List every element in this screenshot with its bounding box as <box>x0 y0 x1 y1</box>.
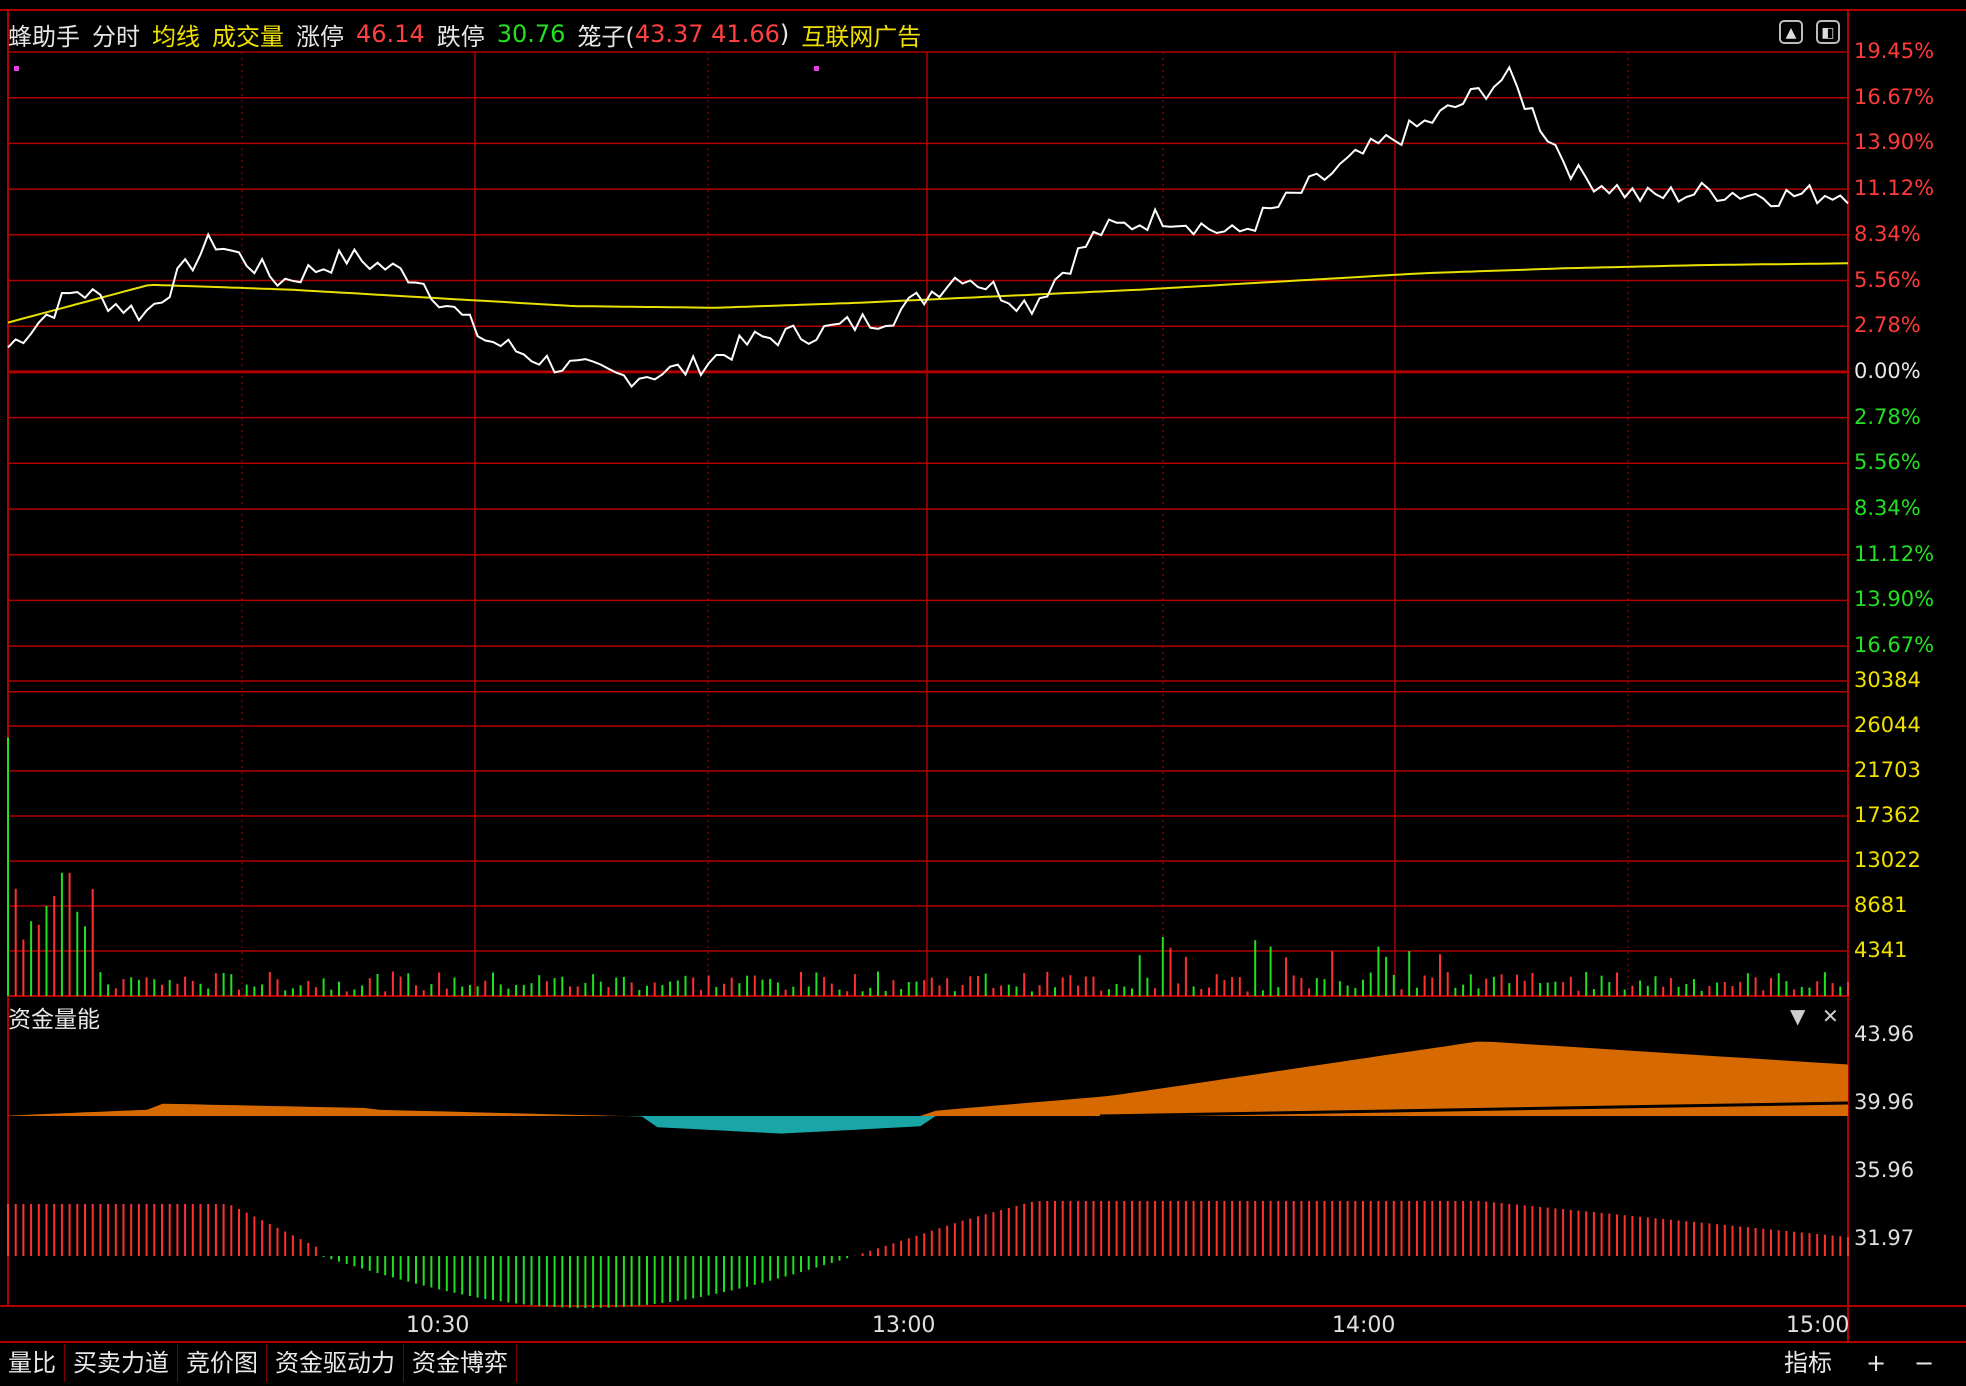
indicator-axis-label: 31.97 <box>1854 1226 1915 1250</box>
money-area-negative <box>8 1116 1848 1134</box>
price-axis-label: 5.56% <box>1854 450 1921 475</box>
price-axis-label: 2.78% <box>1854 404 1921 429</box>
volume-axis-label: 21703 <box>1854 758 1921 782</box>
chart-header: 蜂助手 分时 均线 成交量 涨停 46.14 跌停 30.76 笼子( 43.3… <box>8 14 933 54</box>
limit-up-value: 46.14 <box>356 20 425 48</box>
tab-volume-ratio[interactable]: 量比 <box>0 1344 65 1382</box>
price-axis-label: 16.67% <box>1854 633 1935 658</box>
price-axis-label: 5.56% <box>1854 267 1921 292</box>
tab-fund-drive[interactable]: 资金驱动力 <box>267 1344 404 1382</box>
time-label-1030: 10:30 <box>406 1313 470 1338</box>
price-axis-label: 8.34% <box>1854 496 1921 520</box>
money-volume-area <box>8 1041 1849 1134</box>
tab-buy-sell-force[interactable]: 买卖力道 <box>65 1344 178 1382</box>
indicator-axis-label: 39.96 <box>1854 1090 1915 1114</box>
scroll-up-icon[interactable]: ▲ <box>1779 20 1803 44</box>
panel-toggle-icon[interactable]: ◧ <box>1816 20 1840 44</box>
intraday-chart[interactable] <box>0 0 1966 1386</box>
marker-dot <box>14 66 19 71</box>
close-icon[interactable]: ✕ <box>1822 1004 1839 1028</box>
zoom-out-button[interactable]: − <box>1914 1344 1934 1382</box>
limit-down-value: 30.76 <box>496 20 566 48</box>
price-axis-label: 2.78% <box>1854 313 1921 338</box>
zoom-in-button[interactable]: + <box>1866 1344 1886 1382</box>
volume-axis-label: 4341 <box>1854 938 1908 962</box>
tab-fund-game[interactable]: 资金博弈 <box>404 1344 517 1382</box>
price-axis-label: 19.45% <box>1854 39 1935 63</box>
volume-axis-label: 26044 <box>1854 713 1921 737</box>
dropdown-icon[interactable]: ▼ <box>1790 1004 1805 1028</box>
price-line <box>7 65 1849 389</box>
price-axis-label: 11.12% <box>1854 541 1935 566</box>
indicator-button[interactable]: 指标 <box>1784 1344 1832 1382</box>
average-price-line <box>7 262 1849 324</box>
time-label-1500: 15:00 <box>1786 1313 1850 1338</box>
price-axis-label: 16.67% <box>1854 84 1935 109</box>
volume-axis-label: 30384 <box>1854 668 1921 692</box>
money-volume-bars <box>7 1201 1849 1308</box>
marker-dot <box>814 66 819 71</box>
bottom-tab-bar: 量比 买卖力道 竞价图 资金驱动力 资金博弈 <box>0 1344 1966 1384</box>
time-label-1400: 14:00 <box>1332 1313 1396 1338</box>
price-axis-label: 8.34% <box>1854 221 1921 246</box>
time-label-1300: 13:00 <box>872 1313 936 1338</box>
limit-up-label: 涨停 <box>296 22 344 51</box>
price-axis-zero: 0.00% <box>1854 358 1921 383</box>
avg-line-label[interactable]: 均线 <box>152 17 200 52</box>
cage-close: ) <box>779 20 790 48</box>
limit-down-label: 跌停 <box>436 22 485 51</box>
volume-axis-label: 8681 <box>1854 893 1908 917</box>
money-area-positive <box>8 1041 1848 1116</box>
marker-dots <box>14 66 819 71</box>
indicator-axis-label: 43.96 <box>1854 1022 1915 1046</box>
sector-tag[interactable]: 互联网广告 <box>801 17 921 52</box>
volume-bars <box>7 737 1849 996</box>
price-axis-label: 13.90% <box>1854 130 1935 155</box>
indicator-axis-label: 35.96 <box>1854 1158 1915 1182</box>
volume-axis-label: 17362 <box>1854 803 1921 827</box>
volume-axis-label: 13022 <box>1854 848 1921 872</box>
tab-auction-chart[interactable]: 竞价图 <box>178 1344 267 1382</box>
chart-grid <box>0 9 1966 1343</box>
volume-label[interactable]: 成交量 <box>212 17 284 52</box>
cage-values: 43.37 41.66 <box>634 20 780 48</box>
mode-label[interactable]: 分时 <box>92 17 140 52</box>
price-axis-label: 13.90% <box>1854 587 1935 612</box>
indicator-title[interactable]: 资金量能 <box>8 1000 100 1034</box>
price-axis-label: 11.12% <box>1854 176 1935 201</box>
cage-label: 笼子( <box>577 22 635 51</box>
app-name[interactable]: 蜂助手 <box>8 17 80 52</box>
